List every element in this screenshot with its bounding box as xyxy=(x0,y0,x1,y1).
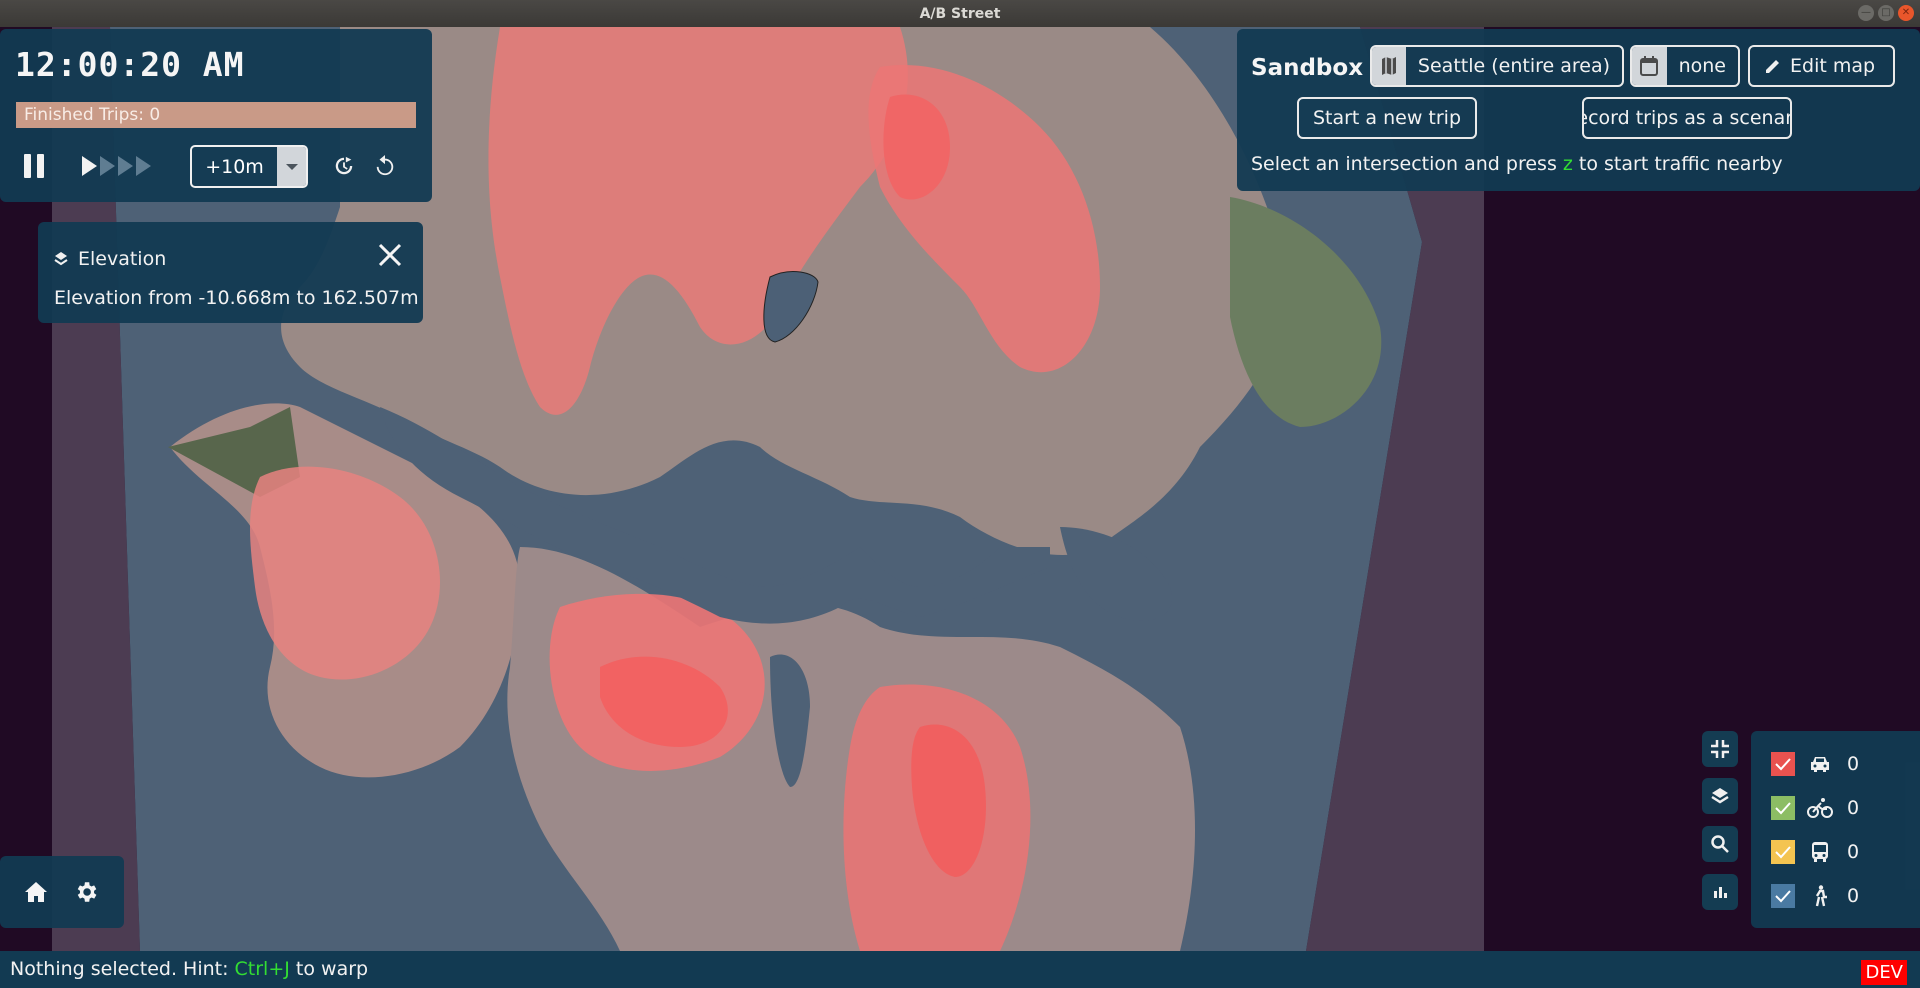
change-scenario-label: none xyxy=(1678,55,1726,77)
pedestrian-toggle[interactable] xyxy=(1771,884,1795,908)
dev-badge: DEV xyxy=(1861,960,1907,985)
step-forward-value[interactable]: +10m xyxy=(192,147,277,186)
edit-map-button[interactable]: Edit map xyxy=(1748,45,1895,87)
pencil-icon xyxy=(1750,57,1782,75)
traffic-hint: Select an intersection and press z to st… xyxy=(1251,153,1783,175)
warp-hotkey: Ctrl+J xyxy=(234,958,290,980)
pedestrian-icon xyxy=(1807,883,1833,909)
pause-button[interactable] xyxy=(24,154,46,178)
elevation-title: Elevation xyxy=(78,248,167,270)
search-icon xyxy=(1711,835,1729,853)
jump-to-time-button[interactable] xyxy=(330,152,358,180)
status-message: Nothing selected. Hint: Ctrl+J to warp xyxy=(10,958,368,980)
start-new-trip-button[interactable]: Start a new trip xyxy=(1297,97,1477,139)
step-forward-dropdown[interactable]: +10m xyxy=(190,145,308,188)
sandbox-panel: Sandbox Seattle (entire area) none Edit … xyxy=(1237,29,1920,191)
legend-row-bus: 0 xyxy=(1771,839,1859,865)
jump-to-time-icon xyxy=(335,156,353,175)
elevation-header: Elevation xyxy=(54,248,166,270)
sandbox-title: Sandbox xyxy=(1251,55,1364,81)
reset-icon xyxy=(376,155,394,176)
chevron-down-icon[interactable] xyxy=(277,147,306,186)
car-icon xyxy=(1807,751,1833,777)
reset-button[interactable] xyxy=(371,152,399,180)
chart-button[interactable] xyxy=(1702,874,1738,910)
close-window-button[interactable]: ✕ xyxy=(1898,5,1914,21)
speed-2-button[interactable] xyxy=(100,156,115,176)
status-prefix: Nothing selected. Hint: xyxy=(10,958,235,980)
status-bar: Nothing selected. Hint: Ctrl+J to warp D… xyxy=(0,951,1920,988)
layers-icon xyxy=(54,252,68,266)
edit-map-label: Edit map xyxy=(1790,55,1876,77)
check-icon xyxy=(1775,758,1791,771)
check-icon xyxy=(1775,890,1791,903)
change-scenario-button[interactable]: none xyxy=(1630,45,1740,87)
agent-legend: 0 0 0 0 xyxy=(1751,731,1920,928)
elevation-panel: Elevation Elevation from -10.668m to 162… xyxy=(38,222,423,323)
window-titlebar: A/B Street — □ ✕ xyxy=(0,0,1920,27)
bike-toggle[interactable] xyxy=(1771,796,1795,820)
legend-row-pedestrian: 0 xyxy=(1771,883,1859,909)
layers-button[interactable] xyxy=(1702,778,1738,814)
zoom-to-fit-button[interactable] xyxy=(1702,731,1738,767)
sim-controls: +10m xyxy=(0,144,432,190)
check-icon xyxy=(1775,846,1791,859)
hint-text: Select an intersection and press xyxy=(1251,153,1563,175)
close-elevation-button[interactable] xyxy=(375,240,405,270)
status-suffix: to warp xyxy=(289,958,369,980)
bike-icon xyxy=(1807,795,1833,821)
settings-icon xyxy=(77,882,97,902)
calendar-icon xyxy=(1632,47,1667,85)
layers-icon xyxy=(1711,788,1729,804)
finished-trips-progress: Finished Trips: 0 xyxy=(16,102,416,128)
car-count: 0 xyxy=(1847,753,1860,775)
elevation-description: Elevation from -10.668m to 162.507m xyxy=(54,287,419,309)
search-button[interactable] xyxy=(1702,826,1738,862)
speed-1-button[interactable] xyxy=(82,156,97,176)
change-map-button[interactable]: Seattle (entire area) xyxy=(1370,45,1624,87)
chart-icon xyxy=(1714,887,1727,898)
hint-key: z xyxy=(1562,153,1573,175)
maximize-button[interactable]: □ xyxy=(1878,5,1894,21)
minimize-button[interactable]: — xyxy=(1858,5,1874,21)
bus-count: 0 xyxy=(1847,841,1860,863)
zoom-to-fit-icon xyxy=(1711,740,1729,758)
window-title: A/B Street xyxy=(919,5,1001,22)
start-new-trip-label: Start a new trip xyxy=(1312,107,1462,129)
window-controls: — □ ✕ xyxy=(1858,5,1914,21)
record-trips-button[interactable]: Record trips as a scenario xyxy=(1582,97,1792,139)
record-trips-label: Record trips as a scenario xyxy=(1584,107,1792,129)
sim-clock: 12:00:20 AM xyxy=(15,45,245,84)
home-button[interactable] xyxy=(22,878,50,906)
legend-row-bike: 0 xyxy=(1771,795,1859,821)
settings-button[interactable] xyxy=(72,878,100,906)
bike-count: 0 xyxy=(1847,797,1860,819)
speed-4-button[interactable] xyxy=(136,156,151,176)
pedestrian-count: 0 xyxy=(1847,885,1860,907)
time-panel: 12:00:20 AM Finished Trips: 0 +10m xyxy=(0,29,432,202)
finished-trips-label: Finished Trips: 0 xyxy=(24,105,161,125)
change-map-label: Seattle (entire area) xyxy=(1417,55,1610,77)
pause-icon xyxy=(24,154,31,178)
home-icon xyxy=(25,882,47,902)
bus-toggle[interactable] xyxy=(1771,840,1795,864)
legend-row-car: 0 xyxy=(1771,751,1859,777)
home-settings-panel xyxy=(0,856,124,928)
bus-icon xyxy=(1807,839,1833,865)
check-icon xyxy=(1775,802,1791,815)
car-toggle[interactable] xyxy=(1771,752,1795,776)
map-icon xyxy=(1372,47,1406,85)
close-icon xyxy=(378,243,402,267)
speed-3-button[interactable] xyxy=(118,156,133,176)
hint-text-suffix: to start traffic nearby xyxy=(1572,153,1783,175)
speed-selector xyxy=(82,156,151,176)
